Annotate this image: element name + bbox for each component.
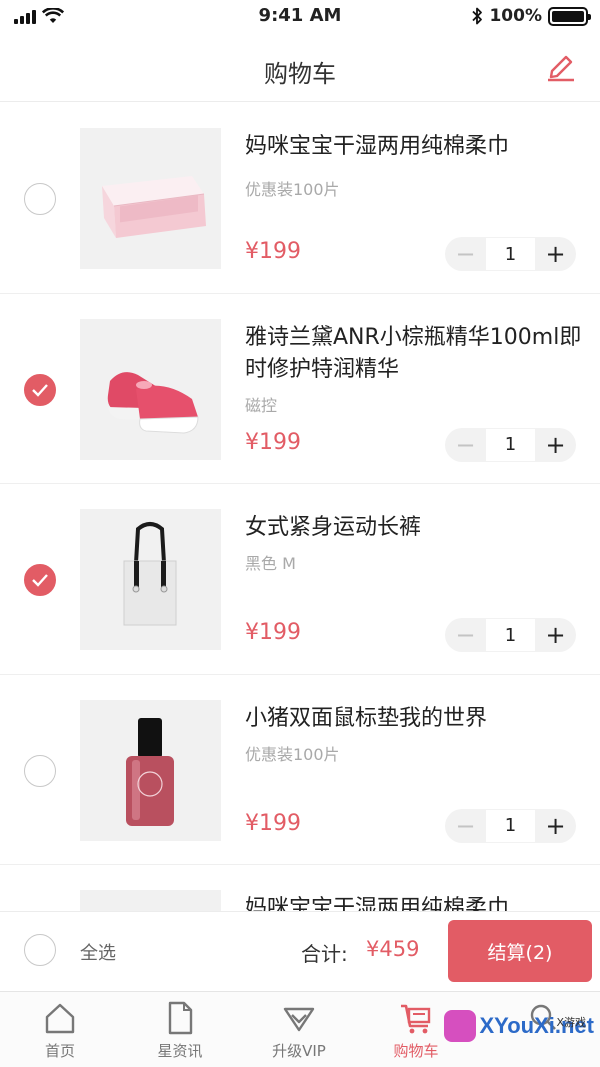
pink-shoe-image — [107, 371, 199, 434]
nav-bar: 购物车 — [0, 34, 600, 102]
checkmark-icon — [32, 383, 48, 397]
product-price: ¥199 — [245, 620, 301, 645]
cart-item[interactable]: 妈咪宝宝干湿两用纯棉柔巾 优惠装100片 ¥199 − 1 + — [0, 103, 600, 294]
decrease-button[interactable]: − — [445, 809, 486, 843]
item-checkbox[interactable] — [24, 373, 56, 406]
product-price: ¥199 — [245, 429, 301, 455]
product-price: ¥199 — [245, 239, 301, 264]
select-all-checkbox[interactable] — [24, 934, 56, 966]
cart-item[interactable]: 妈咪宝宝干湿两用纯棉柔巾 — [0, 865, 600, 911]
product-name[interactable]: 小猪双面鼠标垫我的世界 — [245, 703, 585, 735]
nail-polish-image — [126, 717, 174, 826]
product-image[interactable] — [80, 699, 221, 841]
page-title: 购物车 — [264, 60, 336, 88]
edit-button[interactable] — [544, 52, 578, 82]
product-name[interactable]: 妈咪宝宝干湿两用纯棉柔巾 — [245, 131, 585, 163]
quantity-stepper: − 1 + — [445, 618, 576, 652]
cart-item[interactable]: 小猪双面鼠标垫我的世界 优惠装100片 ¥199 − 1 + — [0, 675, 600, 865]
checkout-bar: 全选 合计: ¥459 结算(2) — [0, 911, 600, 991]
status-bar: 9:41 AM 100% — [0, 0, 600, 34]
battery-percent: 100% — [489, 6, 542, 26]
tab-vip[interactable]: 升级VIP — [249, 1000, 349, 1061]
product-price: ¥199 — [245, 810, 301, 836]
product-name[interactable]: 雅诗兰黛ANR小棕瓶精华100ml即时修护特润精华 — [245, 322, 585, 386]
battery-icon — [548, 6, 591, 26]
quantity-stepper: − 1 + — [445, 237, 576, 271]
increase-button[interactable]: + — [535, 809, 576, 843]
quantity-value[interactable]: 1 — [486, 237, 535, 271]
select-all-label[interactable]: 全选 — [80, 939, 116, 965]
quantity-value[interactable]: 1 — [486, 808, 535, 843]
bluetooth-icon — [472, 7, 483, 25]
tote-bag-image — [123, 522, 177, 626]
vip-diamond-icon — [283, 1007, 315, 1032]
quantity-value[interactable]: 1 — [486, 427, 535, 462]
cart-item[interactable]: 雅诗兰黛ANR小棕瓶精华100ml即时修护特润精华 磁控 ¥199 − 1 + — [0, 294, 600, 484]
product-name[interactable]: 女式紧身运动长裤 — [245, 512, 585, 544]
product-spec: 磁控 — [245, 395, 278, 415]
increase-button[interactable]: + — [535, 618, 576, 652]
tab-home[interactable]: 首页 — [10, 1000, 110, 1061]
quantity-stepper: − 1 + — [445, 427, 576, 462]
tab-news[interactable]: 星资讯 — [130, 1000, 230, 1061]
product-image[interactable] — [80, 318, 221, 460]
item-checkbox[interactable] — [24, 754, 56, 787]
decrease-button[interactable]: − — [445, 237, 486, 271]
total-label: 合计: — [301, 942, 348, 966]
watermark-logo — [443, 1010, 476, 1042]
increase-button[interactable]: + — [535, 237, 576, 271]
cart-list[interactable]: 妈咪宝宝干湿两用纯棉柔巾 优惠装100片 ¥199 − 1 + 雅诗兰黛ANR小… — [0, 103, 600, 911]
cart-icon — [401, 1004, 431, 1034]
product-spec: 优惠装100片 — [245, 744, 340, 764]
checkmark-icon — [32, 574, 48, 587]
document-icon — [168, 1001, 193, 1035]
product-image[interactable] — [80, 128, 221, 269]
tab-label: 购物车 — [393, 1042, 439, 1060]
status-right: 100% — [471, 6, 591, 26]
product-name[interactable]: 妈咪宝宝干湿两用纯棉柔巾 — [245, 893, 585, 911]
product-image[interactable] — [80, 509, 221, 650]
home-icon — [45, 1003, 75, 1034]
increase-button[interactable]: + — [535, 428, 576, 462]
tab-label: 升级VIP — [272, 1042, 326, 1060]
tab-label: 首页 — [44, 1042, 75, 1060]
item-checkbox[interactable] — [24, 564, 56, 596]
decrease-button[interactable]: − — [445, 428, 486, 462]
decrease-button[interactable]: − — [445, 618, 486, 652]
product-image[interactable] — [80, 890, 221, 911]
quantity-value[interactable]: 1 — [486, 618, 535, 652]
item-checkbox[interactable] — [24, 183, 56, 215]
product-spec: 黑色 M — [245, 554, 296, 573]
tab-label: 星资讯 — [157, 1042, 203, 1060]
cart-screen: 9:41 AM 100% 购物车 妈咪宝宝干湿两用纯棉柔巾 优惠装100片 ¥1… — [0, 0, 600, 1067]
product-spec: 优惠装100片 — [245, 180, 340, 199]
watermark-sub: X游戏 — [556, 1016, 586, 1029]
wipes-box-image — [102, 176, 206, 238]
checkout-button[interactable]: 结算(2) — [448, 920, 592, 982]
quantity-stepper: − 1 + — [445, 808, 576, 843]
cart-item[interactable]: 女式紧身运动长裤 黑色 M ¥199 − 1 + — [0, 484, 600, 675]
total-value: ¥459 — [366, 937, 420, 961]
edit-pencil-icon — [548, 55, 574, 82]
